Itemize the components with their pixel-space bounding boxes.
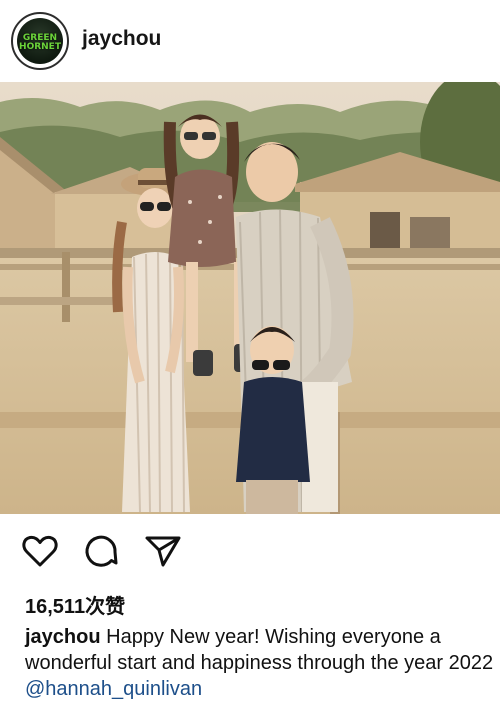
likes-count[interactable]: 16,511次赞 [25,590,125,619]
avatar-logo-text: GREEN HORNET [19,33,61,52]
post-header: GREEN HORNET jaychou [0,0,500,82]
avatar[interactable]: GREEN HORNET [11,12,69,70]
caption-mention[interactable]: @hannah_quinlivan [25,678,202,700]
photo-illustration [0,82,500,514]
comment-icon[interactable] [83,534,119,568]
caption-username[interactable]: jaychou [25,626,101,648]
send-icon[interactable] [144,534,182,568]
post-photo [0,82,500,514]
post-caption: jaychou Happy New year! Wishing everyone… [25,624,495,702]
header-username[interactable]: jaychou [82,27,161,51]
action-bar [0,526,500,576]
avatar-image: GREEN HORNET [17,18,63,64]
heart-icon[interactable] [22,534,58,568]
